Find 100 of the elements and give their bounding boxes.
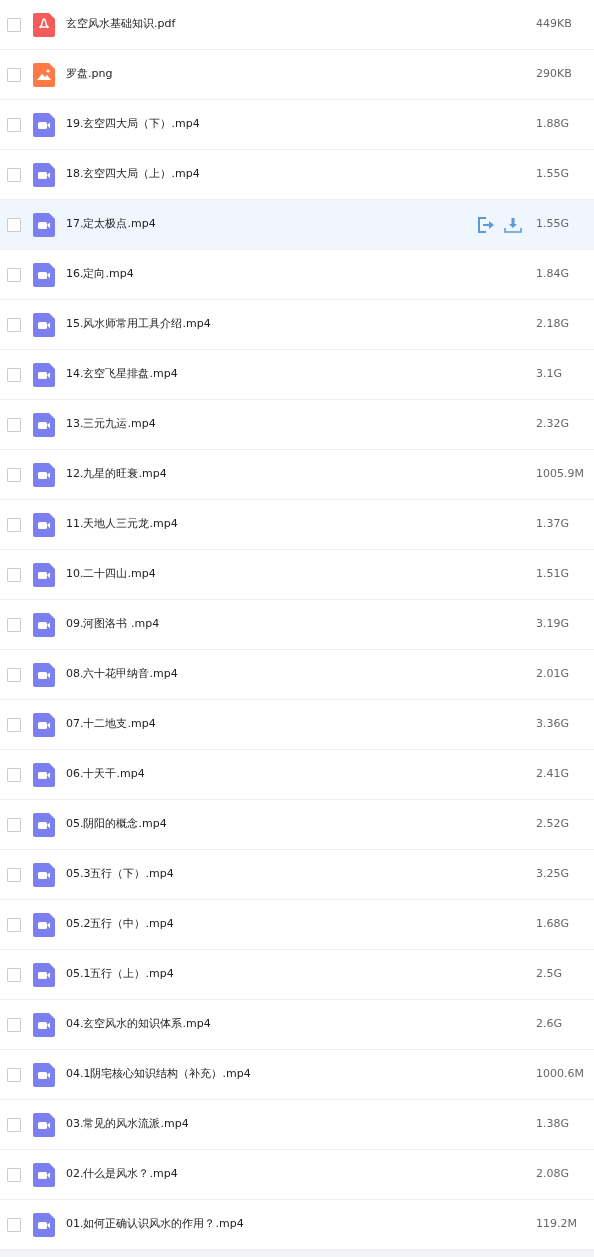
- file-name[interactable]: 04.玄空风水的知识体系.mp4: [66, 1016, 536, 1033]
- checkbox[interactable]: [7, 1167, 21, 1182]
- file-row[interactable]: 06.十天干.mp4 2.41G: [0, 750, 594, 800]
- file-row[interactable]: 16.定向.mp4 1.84G: [0, 250, 594, 300]
- file-name[interactable]: 16.定向.mp4: [66, 266, 536, 283]
- file-name[interactable]: 06.十天干.mp4: [66, 766, 536, 783]
- video-file-icon: [33, 412, 55, 437]
- file-row[interactable]: 05.2五行（中）.mp4 1.68G: [0, 900, 594, 950]
- file-name[interactable]: 08.六十花甲纳音.mp4: [66, 666, 536, 683]
- checkbox[interactable]: [7, 67, 21, 82]
- file-size: 2.18G: [536, 316, 571, 333]
- file-name[interactable]: 13.三元九运.mp4: [66, 416, 536, 433]
- checkbox[interactable]: [7, 517, 21, 532]
- checkbox[interactable]: [7, 567, 21, 582]
- checkbox[interactable]: [7, 1217, 21, 1232]
- file-name[interactable]: 10.二十四山.mp4: [66, 566, 536, 583]
- file-name[interactable]: 02.什么是风水？.mp4: [66, 1166, 536, 1183]
- file-name[interactable]: 罗盘.png: [66, 66, 536, 83]
- file-name[interactable]: 11.天地人三元龙.mp4: [66, 516, 536, 533]
- file-row[interactable]: 12.九星的旺衰.mp4 1005.9M: [0, 450, 594, 500]
- checkbox[interactable]: [7, 817, 21, 832]
- file-name[interactable]: 12.九星的旺衰.mp4: [66, 466, 536, 483]
- file-name[interactable]: 18.玄空四大局（上）.mp4: [66, 166, 536, 183]
- file-row[interactable]: 04.玄空风水的知识体系.mp4 2.6G: [0, 1000, 594, 1050]
- file-size: 3.36G: [536, 716, 571, 733]
- file-row[interactable]: 19.玄空四大局（下）.mp4 1.88G: [0, 100, 594, 150]
- file-size: 449KB: [536, 16, 573, 33]
- pdf-file-icon: [33, 12, 55, 37]
- checkbox[interactable]: [7, 1017, 21, 1032]
- file-row[interactable]: 08.六十花甲纳音.mp4 2.01G: [0, 650, 594, 700]
- video-file-icon: [33, 362, 55, 387]
- file-size: 1005.9M: [536, 466, 585, 483]
- checkbox[interactable]: [7, 1117, 21, 1132]
- video-file-icon: [33, 712, 55, 737]
- file-name[interactable]: 03.常见的风水流派.mp4: [66, 1116, 536, 1133]
- file-row[interactable]: 10.二十四山.mp4 1.51G: [0, 550, 594, 600]
- video-file-icon: [33, 1162, 55, 1187]
- checkbox[interactable]: [7, 367, 21, 382]
- file-size: 290KB: [536, 66, 573, 83]
- video-file-icon: [33, 662, 55, 687]
- checkbox[interactable]: [7, 167, 21, 182]
- file-name[interactable]: 07.十二地支.mp4: [66, 716, 536, 733]
- file-row[interactable]: 03.常见的风水流派.mp4 1.38G: [0, 1100, 594, 1150]
- file-row[interactable]: 04.1阴宅核心知识结构（补充）.mp4 1000.6M: [0, 1050, 594, 1100]
- video-file-icon: [33, 262, 55, 287]
- checkbox[interactable]: [7, 617, 21, 632]
- video-file-icon: [33, 812, 55, 837]
- file-name[interactable]: 14.玄空飞星排盘.mp4: [66, 366, 536, 383]
- file-row[interactable]: 05.1五行（上）.mp4 2.5G: [0, 950, 594, 1000]
- file-row[interactable]: 14.玄空飞星排盘.mp4 3.1G: [0, 350, 594, 400]
- file-row[interactable]: 11.天地人三元龙.mp4 1.37G: [0, 500, 594, 550]
- move-icon[interactable]: [478, 216, 496, 233]
- video-file-icon: [33, 962, 55, 987]
- checkbox[interactable]: [7, 267, 21, 282]
- file-name[interactable]: 05.3五行（下）.mp4: [66, 866, 536, 883]
- file-row[interactable]: 15.风水师常用工具介绍.mp4 2.18G: [0, 300, 594, 350]
- file-row[interactable]: 02.什么是风水？.mp4 2.08G: [0, 1150, 594, 1200]
- checkbox[interactable]: [7, 917, 21, 932]
- file-name[interactable]: 09.河图洛书 .mp4: [66, 616, 536, 633]
- checkbox[interactable]: [7, 117, 21, 132]
- file-size: 2.08G: [536, 1166, 571, 1183]
- file-size: 1.55G: [536, 216, 571, 233]
- image-file-icon: [33, 62, 55, 87]
- file-size: 2.41G: [536, 766, 571, 783]
- file-row[interactable]: 13.三元九运.mp4 2.32G: [0, 400, 594, 450]
- checkbox[interactable]: [7, 717, 21, 732]
- file-name[interactable]: 玄空风水基础知识.pdf: [66, 16, 536, 33]
- checkbox[interactable]: [7, 1067, 21, 1082]
- checkbox[interactable]: [7, 17, 21, 32]
- file-size: 2.52G: [536, 816, 571, 833]
- checkbox[interactable]: [7, 867, 21, 882]
- download-icon[interactable]: [504, 216, 522, 233]
- checkbox[interactable]: [7, 667, 21, 682]
- checkbox[interactable]: [7, 317, 21, 332]
- file-name[interactable]: 04.1阴宅核心知识结构（补充）.mp4: [66, 1066, 536, 1083]
- file-name[interactable]: 05.2五行（中）.mp4: [66, 916, 536, 933]
- file-row[interactable]: 05.3五行（下）.mp4 3.25G: [0, 850, 594, 900]
- video-file-icon: [33, 162, 55, 187]
- checkbox[interactable]: [7, 467, 21, 482]
- file-size: 3.25G: [536, 866, 571, 883]
- file-row[interactable]: 09.河图洛书 .mp4 3.19G: [0, 600, 594, 650]
- file-size: 1.55G: [536, 166, 571, 183]
- file-name[interactable]: 05.阴阳的概念.mp4: [66, 816, 536, 833]
- file-name[interactable]: 05.1五行（上）.mp4: [66, 966, 536, 983]
- video-file-icon: [33, 212, 55, 237]
- file-row[interactable]: 17.定太极点.mp4 1.55G: [0, 200, 594, 250]
- video-file-icon: [33, 1212, 55, 1237]
- checkbox[interactable]: [7, 967, 21, 982]
- file-row[interactable]: 07.十二地支.mp4 3.36G: [0, 700, 594, 750]
- file-name[interactable]: 15.风水师常用工具介绍.mp4: [66, 316, 536, 333]
- checkbox[interactable]: [7, 217, 21, 232]
- file-name[interactable]: 19.玄空四大局（下）.mp4: [66, 116, 536, 133]
- checkbox[interactable]: [7, 417, 21, 432]
- file-row[interactable]: 05.阴阳的概念.mp4 2.52G: [0, 800, 594, 850]
- file-size: 2.01G: [536, 666, 571, 683]
- file-name[interactable]: 17.定太极点.mp4: [66, 216, 478, 233]
- file-row[interactable]: 玄空风水基础知识.pdf 449KB: [0, 0, 594, 50]
- file-row[interactable]: 罗盘.png 290KB: [0, 50, 594, 100]
- file-name[interactable]: 01.如何正确认识风水的作用？.mp4: [66, 1216, 536, 1233]
- checkbox[interactable]: [7, 767, 21, 782]
